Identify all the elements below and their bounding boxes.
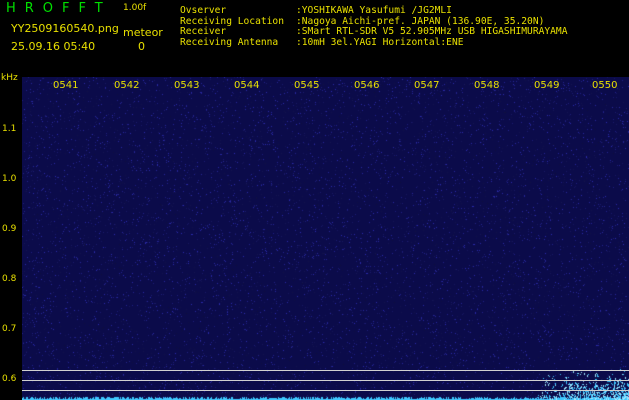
x-tick-0543: 0543 bbox=[174, 80, 200, 91]
y-tick-1-0: 1.0 bbox=[2, 174, 17, 184]
observer-label: Ovserver bbox=[180, 5, 227, 16]
receiver-label: Receiver bbox=[180, 26, 227, 37]
x-tick-0541: 0541 bbox=[53, 80, 79, 91]
app-title: HROFFT bbox=[6, 1, 112, 16]
antenna-value: :10mH 3el.YAGI Horizontal:ENE bbox=[296, 36, 464, 48]
meteor-label: meteor bbox=[123, 26, 163, 39]
x-tick-0549: 0549 bbox=[534, 80, 560, 91]
x-tick-0548: 0548 bbox=[474, 80, 500, 91]
x-tick-0550: 0550 bbox=[592, 80, 618, 91]
x-tick-0545: 0545 bbox=[294, 80, 320, 91]
band-line-upper bbox=[22, 370, 629, 371]
y-tick-0-7: 0.7 bbox=[2, 324, 17, 334]
observer-value: :YOSHIKAWA Yasufumi /JG2MLI bbox=[296, 5, 452, 16]
band-line-lower bbox=[22, 390, 629, 391]
y-tick-0-6: 0.6 bbox=[2, 374, 17, 384]
band-line-middle bbox=[22, 380, 629, 381]
y-tick-0-8: 0.8 bbox=[2, 274, 17, 284]
file-name: YY2509160540.png bbox=[11, 22, 119, 35]
location-value: :Nagoya Aichi-pref. JAPAN (136.90E, 35.2… bbox=[296, 15, 545, 27]
header-panel: HROFFT 1.00f YY2509160540.png meteor 25.… bbox=[0, 0, 629, 72]
app-version: 1.00f bbox=[123, 3, 147, 13]
timestamp: 25.09.16 05:40 bbox=[11, 40, 96, 53]
x-tick-0544: 0544 bbox=[234, 80, 260, 91]
y-unit-label: kHz bbox=[1, 73, 18, 83]
antenna-row: Receiving Antenna :10mH 3el.YAGI Horizont… bbox=[180, 36, 567, 49]
y-tick-1-1: 1.1 bbox=[2, 124, 17, 134]
meteor-count: 0 bbox=[138, 40, 145, 53]
x-tick-0546: 0546 bbox=[354, 80, 380, 91]
x-tick-0547: 0547 bbox=[414, 80, 440, 91]
waterfall-canvas bbox=[22, 77, 629, 400]
x-tick-0542: 0542 bbox=[114, 80, 140, 91]
station-info: Ovserver :YOSHIKAWA Yasufumi /JG2MLI Rece… bbox=[180, 5, 568, 49]
receiver-value: :SMart RTL-SDR V5 52.905MHz USB HIGASHIM… bbox=[296, 26, 568, 37]
antenna-label: Receiving Antenna bbox=[180, 36, 279, 48]
waterfall-plot bbox=[22, 77, 629, 400]
y-tick-0-9: 0.9 bbox=[2, 224, 17, 234]
